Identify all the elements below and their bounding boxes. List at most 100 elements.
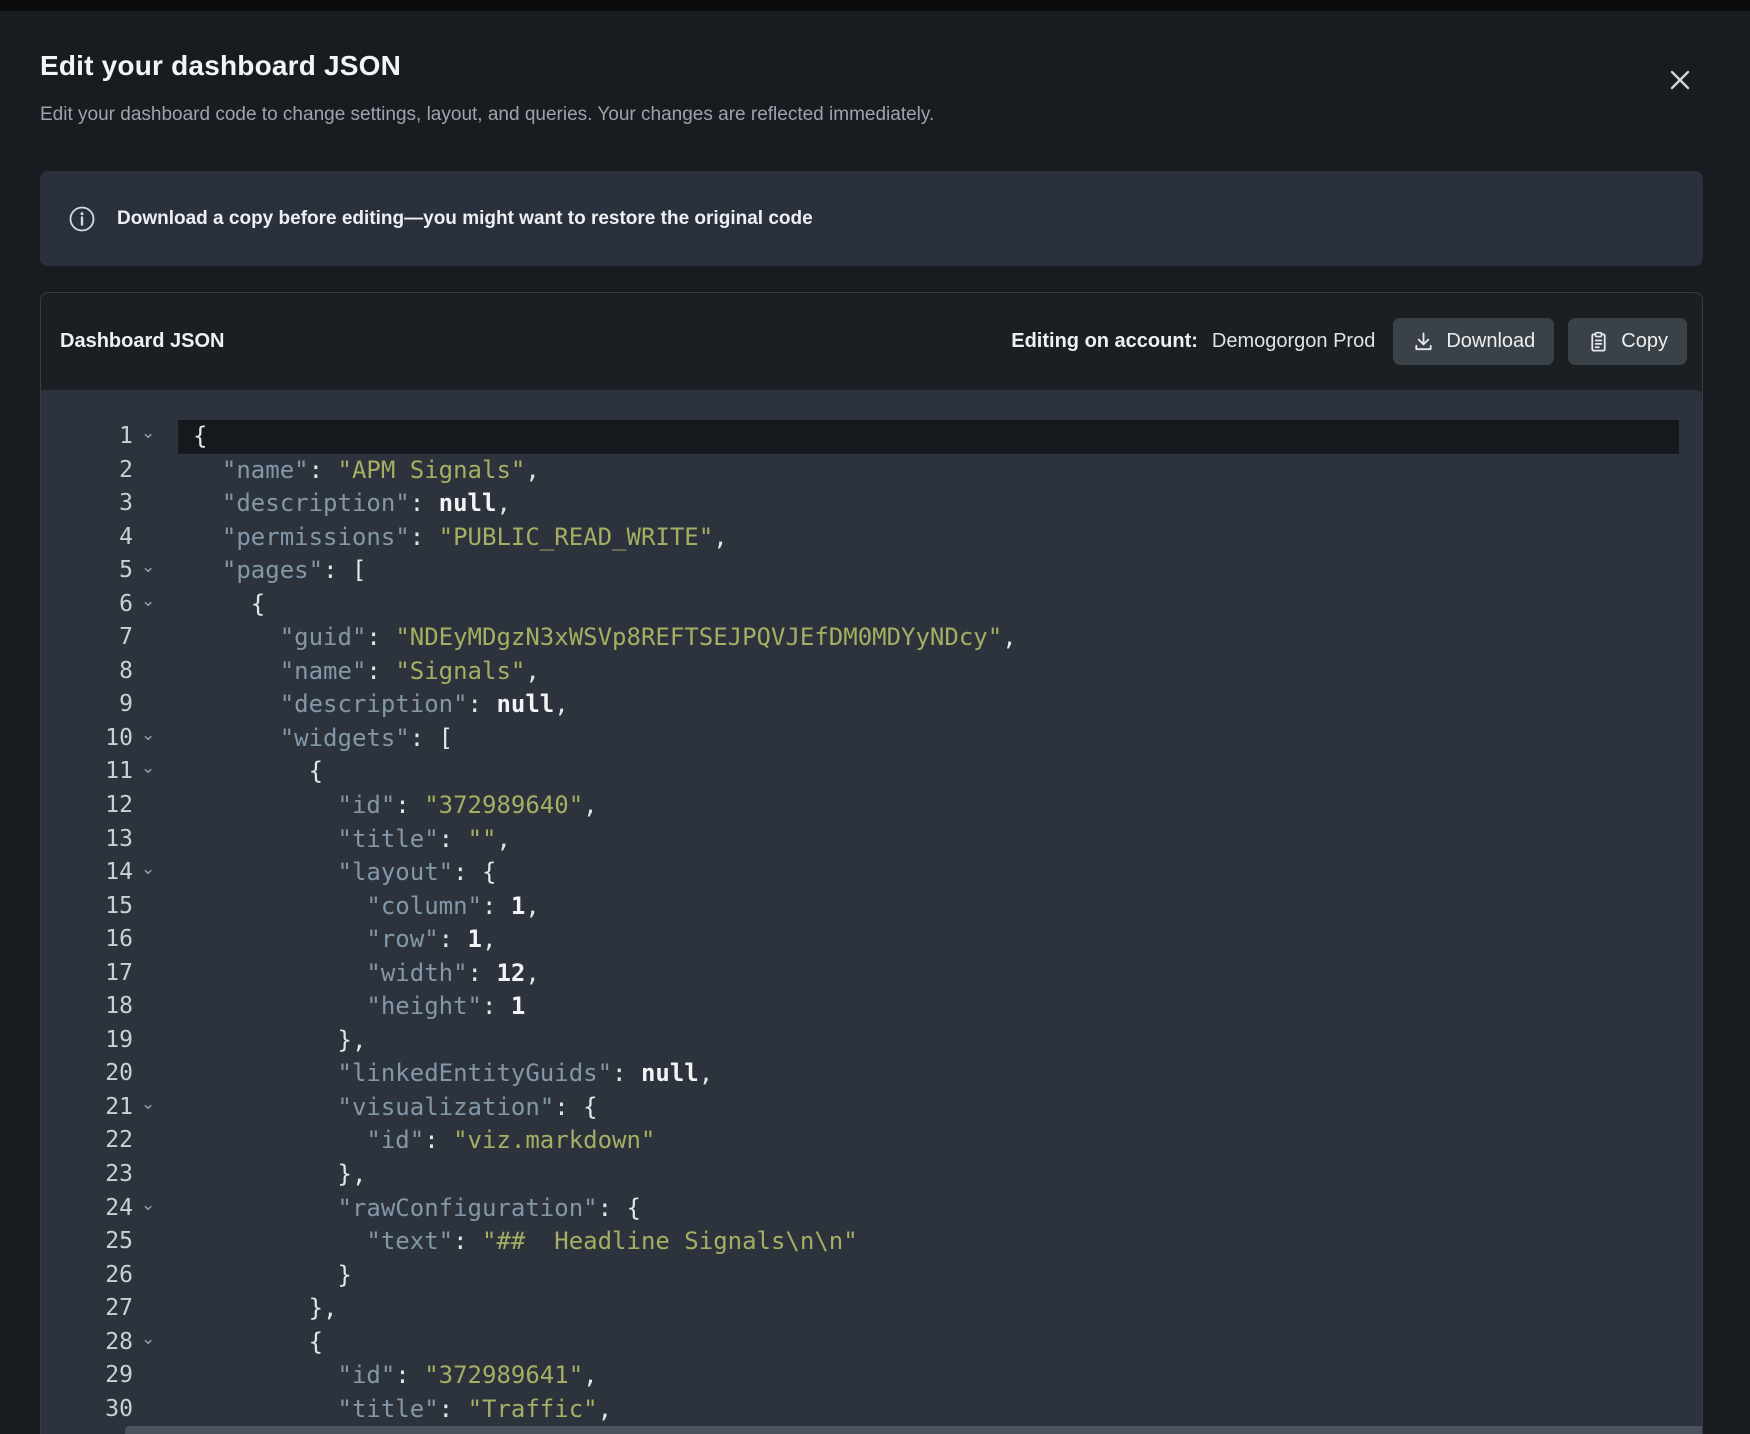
line-gutter: 5⌄ bbox=[41, 554, 178, 588]
fold-chevron-icon[interactable]: ⌄ bbox=[141, 559, 155, 576]
copy-button-label: Copy bbox=[1621, 330, 1668, 353]
code-line[interactable]: 30 "title": "Traffic", bbox=[41, 1393, 1702, 1427]
fold-chevron-icon[interactable]: ⌄ bbox=[141, 727, 155, 744]
code-line[interactable]: 22 "id": "viz.markdown" bbox=[41, 1124, 1702, 1158]
code-line[interactable]: 19 }, bbox=[41, 1024, 1702, 1058]
code-text: "guid": "NDEyMDgzN3xWSVp8REFTSEJPQVJEfDM… bbox=[178, 621, 1702, 655]
line-number: 3 bbox=[41, 487, 178, 521]
fold-chevron-icon[interactable]: ⌄ bbox=[141, 760, 155, 777]
fold-chevron-icon[interactable]: ⌄ bbox=[141, 425, 155, 442]
line-number: 9 bbox=[41, 688, 178, 722]
code-editor[interactable]: 1⌄{2 "name": "APM Signals",3 "descriptio… bbox=[41, 390, 1702, 1434]
fold-chevron-icon[interactable]: ⌄ bbox=[141, 1096, 155, 1113]
info-icon bbox=[68, 205, 96, 233]
copy-button[interactable]: Copy bbox=[1568, 318, 1687, 365]
code-line[interactable]: 12 "id": "372989640", bbox=[41, 789, 1702, 823]
line-gutter: 26 bbox=[41, 1259, 178, 1293]
code-line[interactable]: 8 "name": "Signals", bbox=[41, 655, 1702, 689]
horizontal-scrollbar[interactable] bbox=[125, 1426, 1702, 1434]
line-gutter: 29 bbox=[41, 1359, 178, 1393]
code-line[interactable]: 17 "width": 12, bbox=[41, 957, 1702, 991]
code-text: "rawConfiguration": { bbox=[178, 1192, 1702, 1226]
line-number: 8 bbox=[41, 655, 178, 689]
line-number: 4 bbox=[41, 521, 178, 555]
code-line[interactable]: 28⌄ { bbox=[41, 1326, 1702, 1360]
code-text: "text": "## Headline Signals\n\n" bbox=[178, 1225, 1702, 1259]
code-line[interactable]: 11⌄ { bbox=[41, 755, 1702, 789]
code-line[interactable]: 24⌄ "rawConfiguration": { bbox=[41, 1192, 1702, 1226]
line-gutter: 20 bbox=[41, 1057, 178, 1091]
info-banner-text: Download a copy before editing—you might… bbox=[117, 208, 813, 230]
line-gutter: 12 bbox=[41, 789, 178, 823]
line-number: 13 bbox=[41, 823, 178, 857]
code-line[interactable]: 20 "linkedEntityGuids": null, bbox=[41, 1057, 1702, 1091]
code-line[interactable]: 25 "text": "## Headline Signals\n\n" bbox=[41, 1225, 1702, 1259]
line-number: 24 bbox=[41, 1192, 178, 1226]
line-gutter: 23 bbox=[41, 1158, 178, 1192]
line-number: 11 bbox=[41, 755, 178, 789]
fold-chevron-icon[interactable]: ⌄ bbox=[141, 861, 155, 878]
code-lines: 1⌄{2 "name": "APM Signals",3 "descriptio… bbox=[41, 390, 1702, 1426]
code-text: "width": 12, bbox=[178, 957, 1702, 991]
code-line[interactable]: 3 "description": null, bbox=[41, 487, 1702, 521]
info-banner: Download a copy before editing—you might… bbox=[40, 171, 1703, 266]
line-number: 21 bbox=[41, 1091, 178, 1125]
code-text: "id": "372989640", bbox=[178, 789, 1702, 823]
line-number: 23 bbox=[41, 1158, 178, 1192]
code-text: "column": 1, bbox=[178, 890, 1702, 924]
code-line[interactable]: 2 "name": "APM Signals", bbox=[41, 454, 1702, 488]
code-text: "linkedEntityGuids": null, bbox=[178, 1057, 1702, 1091]
code-text: } bbox=[178, 1259, 1702, 1293]
line-number: 10 bbox=[41, 722, 178, 756]
code-text: "name": "APM Signals", bbox=[178, 454, 1702, 488]
account-name: Demogorgon Prod bbox=[1212, 330, 1375, 353]
line-number: 7 bbox=[41, 621, 178, 655]
code-line[interactable]: 16 "row": 1, bbox=[41, 923, 1702, 957]
code-line[interactable]: 13 "title": "", bbox=[41, 823, 1702, 857]
line-gutter: 21⌄ bbox=[41, 1091, 178, 1125]
code-line[interactable]: 26 } bbox=[41, 1259, 1702, 1293]
code-line[interactable]: 9 "description": null, bbox=[41, 688, 1702, 722]
code-line[interactable]: 23 }, bbox=[41, 1158, 1702, 1192]
code-text: "permissions": "PUBLIC_READ_WRITE", bbox=[178, 521, 1702, 555]
code-line[interactable]: 21⌄ "visualization": { bbox=[41, 1091, 1702, 1125]
code-line[interactable]: 18 "height": 1 bbox=[41, 990, 1702, 1024]
line-gutter: 2 bbox=[41, 454, 178, 488]
line-number: 5 bbox=[41, 554, 178, 588]
code-text: "title": "", bbox=[178, 823, 1702, 857]
code-line[interactable]: 27 }, bbox=[41, 1292, 1702, 1326]
line-number: 20 bbox=[41, 1057, 178, 1091]
line-gutter: 30 bbox=[41, 1393, 178, 1427]
line-number: 1 bbox=[41, 420, 178, 454]
code-line[interactable]: 15 "column": 1, bbox=[41, 890, 1702, 924]
editing-on-account-label: Editing on account: bbox=[1011, 330, 1198, 353]
line-number: 15 bbox=[41, 890, 178, 924]
code-line[interactable]: 5⌄ "pages": [ bbox=[41, 554, 1702, 588]
code-line[interactable]: 4 "permissions": "PUBLIC_READ_WRITE", bbox=[41, 521, 1702, 555]
line-gutter: 24⌄ bbox=[41, 1192, 178, 1226]
fold-chevron-icon[interactable]: ⌄ bbox=[141, 1331, 155, 1348]
code-line[interactable]: 6⌄ { bbox=[41, 588, 1702, 622]
code-line[interactable]: 29 "id": "372989641", bbox=[41, 1359, 1702, 1393]
code-text: "id": "372989641", bbox=[178, 1359, 1702, 1393]
download-button-label: Download bbox=[1446, 330, 1535, 353]
code-line[interactable]: 1⌄{ bbox=[41, 420, 1702, 454]
line-gutter: 18 bbox=[41, 990, 178, 1024]
code-line[interactable]: 7 "guid": "NDEyMDgzN3xWSVp8REFTSEJPQVJEf… bbox=[41, 621, 1702, 655]
close-button[interactable] bbox=[1658, 58, 1702, 102]
line-gutter: 16 bbox=[41, 923, 178, 957]
fold-chevron-icon[interactable]: ⌄ bbox=[141, 1197, 155, 1214]
code-line[interactable]: 10⌄ "widgets": [ bbox=[41, 722, 1702, 756]
panel-header: Dashboard JSON Editing on account: Demog… bbox=[41, 293, 1702, 390]
download-button[interactable]: Download bbox=[1393, 318, 1554, 365]
line-gutter: 22 bbox=[41, 1124, 178, 1158]
fold-chevron-icon[interactable]: ⌄ bbox=[141, 593, 155, 610]
code-line[interactable]: 14⌄ "layout": { bbox=[41, 856, 1702, 890]
window-top-bar bbox=[0, 0, 1750, 11]
line-gutter: 13 bbox=[41, 823, 178, 857]
code-text: "description": null, bbox=[178, 688, 1702, 722]
line-gutter: 6⌄ bbox=[41, 588, 178, 622]
line-gutter: 1⌄ bbox=[41, 420, 178, 454]
line-gutter: 4 bbox=[41, 521, 178, 555]
line-gutter: 3 bbox=[41, 487, 178, 521]
